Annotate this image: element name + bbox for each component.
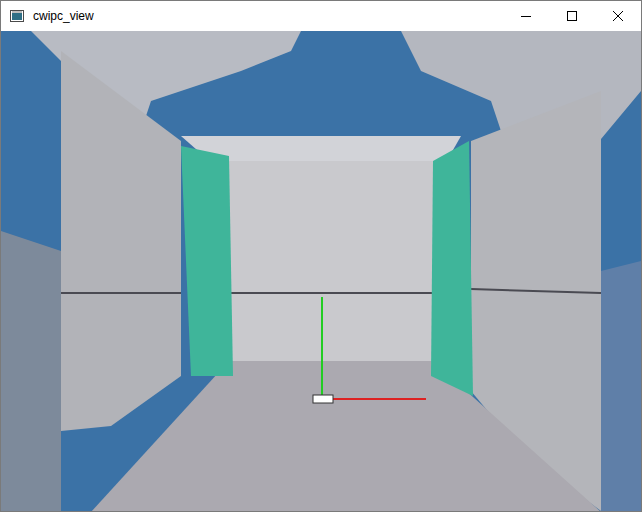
back-wall <box>229 161 433 361</box>
maximize-icon <box>567 11 577 21</box>
close-icon <box>613 11 623 21</box>
left-wall <box>61 51 181 431</box>
floor <box>91 361 601 512</box>
x-axis <box>322 398 426 400</box>
background <box>1 31 641 512</box>
title-bar: cwipc_view <box>1 1 641 31</box>
left-curtain <box>181 146 233 376</box>
right-foreground <box>601 261 641 512</box>
minimize-icon <box>521 11 531 21</box>
y-axis <box>321 297 323 399</box>
left-foreground <box>1 231 61 512</box>
right-curtain <box>431 141 473 396</box>
wall-rail <box>229 292 433 294</box>
close-button[interactable] <box>595 1 641 31</box>
maximize-button[interactable] <box>549 1 595 31</box>
app-window-icon <box>9 8 25 24</box>
wall-rail <box>471 289 601 293</box>
minimize-button[interactable] <box>503 1 549 31</box>
window-title: cwipc_view <box>33 9 94 23</box>
wall-rail <box>61 292 181 294</box>
point-cloud-viewport[interactable] <box>1 31 641 511</box>
point-cloud-scene <box>1 31 641 512</box>
app-window: cwipc_view <box>0 0 642 512</box>
origin-marker <box>313 395 333 403</box>
